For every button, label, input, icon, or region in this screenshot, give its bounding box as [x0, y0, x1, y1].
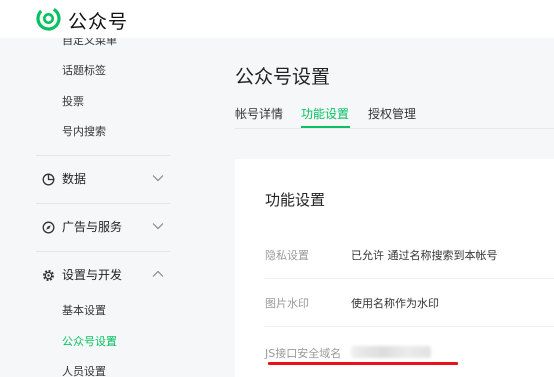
- sidebar-item-member-settings[interactable]: 人员设置: [62, 363, 106, 377]
- js-safe-domain-label: JS接口安全域名: [265, 347, 342, 360]
- active-tab-indicator: [301, 126, 350, 128]
- top-bar: 公众号: [0, 0, 554, 38]
- divider: [36, 203, 170, 204]
- sidebar-group-ads-services[interactable]: 广告与服务: [36, 206, 170, 248]
- sidebar-item-custom-menu[interactable]: 自定义菜单: [62, 38, 117, 48]
- row-divider: [265, 278, 554, 279]
- annotation-underline: [268, 362, 458, 365]
- sidebar-item-vote[interactable]: 投票: [62, 93, 84, 109]
- privacy-settings-value: 已允许 通过名称搜索到本帐号: [351, 249, 498, 262]
- pie-chart-icon: [42, 173, 55, 186]
- chevron-down-icon: [152, 175, 164, 182]
- privacy-settings-label: 隐私设置: [265, 249, 309, 262]
- chevron-down-icon: [152, 223, 164, 230]
- sidebar-item-topic-tags[interactable]: 话题标签: [62, 62, 106, 78]
- sidebar-group-label: 广告与服务: [62, 220, 123, 234]
- sidebar-group-label: 设置与开发: [62, 268, 123, 282]
- divider: [36, 155, 170, 156]
- redacted-domain-value: [351, 346, 431, 358]
- wechat-official-account-logo-icon[interactable]: [36, 6, 61, 31]
- tab-function-settings[interactable]: 功能设置: [301, 105, 349, 122]
- function-settings-card: 功能设置 隐私设置 已允许 通过名称搜索到本帐号 图片水印 使用名称作为水印 J…: [235, 159, 554, 377]
- page-title: 公众号设置: [235, 66, 331, 88]
- sidebar-item-account-settings[interactable]: 公众号设置: [62, 333, 117, 349]
- sidebar-group-settings-dev[interactable]: 设置与开发: [36, 254, 170, 296]
- tab-authorization-management[interactable]: 授权管理: [368, 105, 416, 122]
- divider: [36, 251, 170, 252]
- app-name: 公众号: [68, 11, 129, 33]
- card-title: 功能设置: [265, 191, 326, 209]
- image-watermark-value: 使用名称作为水印: [351, 297, 439, 310]
- chevron-up-icon: [152, 270, 164, 277]
- tab-account-details[interactable]: 帐号详情: [235, 105, 283, 122]
- tabs-baseline: [235, 128, 554, 129]
- sidebar-item-basic-settings[interactable]: 基本设置: [62, 302, 106, 318]
- gear-icon: [43, 270, 54, 281]
- compass-icon: [42, 221, 55, 234]
- image-watermark-label: 图片水印: [265, 297, 309, 310]
- row-divider: [265, 326, 554, 327]
- sidebar-item-in-account-search[interactable]: 号内搜索: [62, 123, 106, 139]
- sidebar-nav: 自定义菜单 话题标签 投票 号内搜索 数据 广告与服务 设置与开发 基本设置 公…: [0, 38, 200, 377]
- sidebar-group-label: 数据: [62, 172, 87, 186]
- sidebar-group-data[interactable]: 数据: [36, 158, 170, 200]
